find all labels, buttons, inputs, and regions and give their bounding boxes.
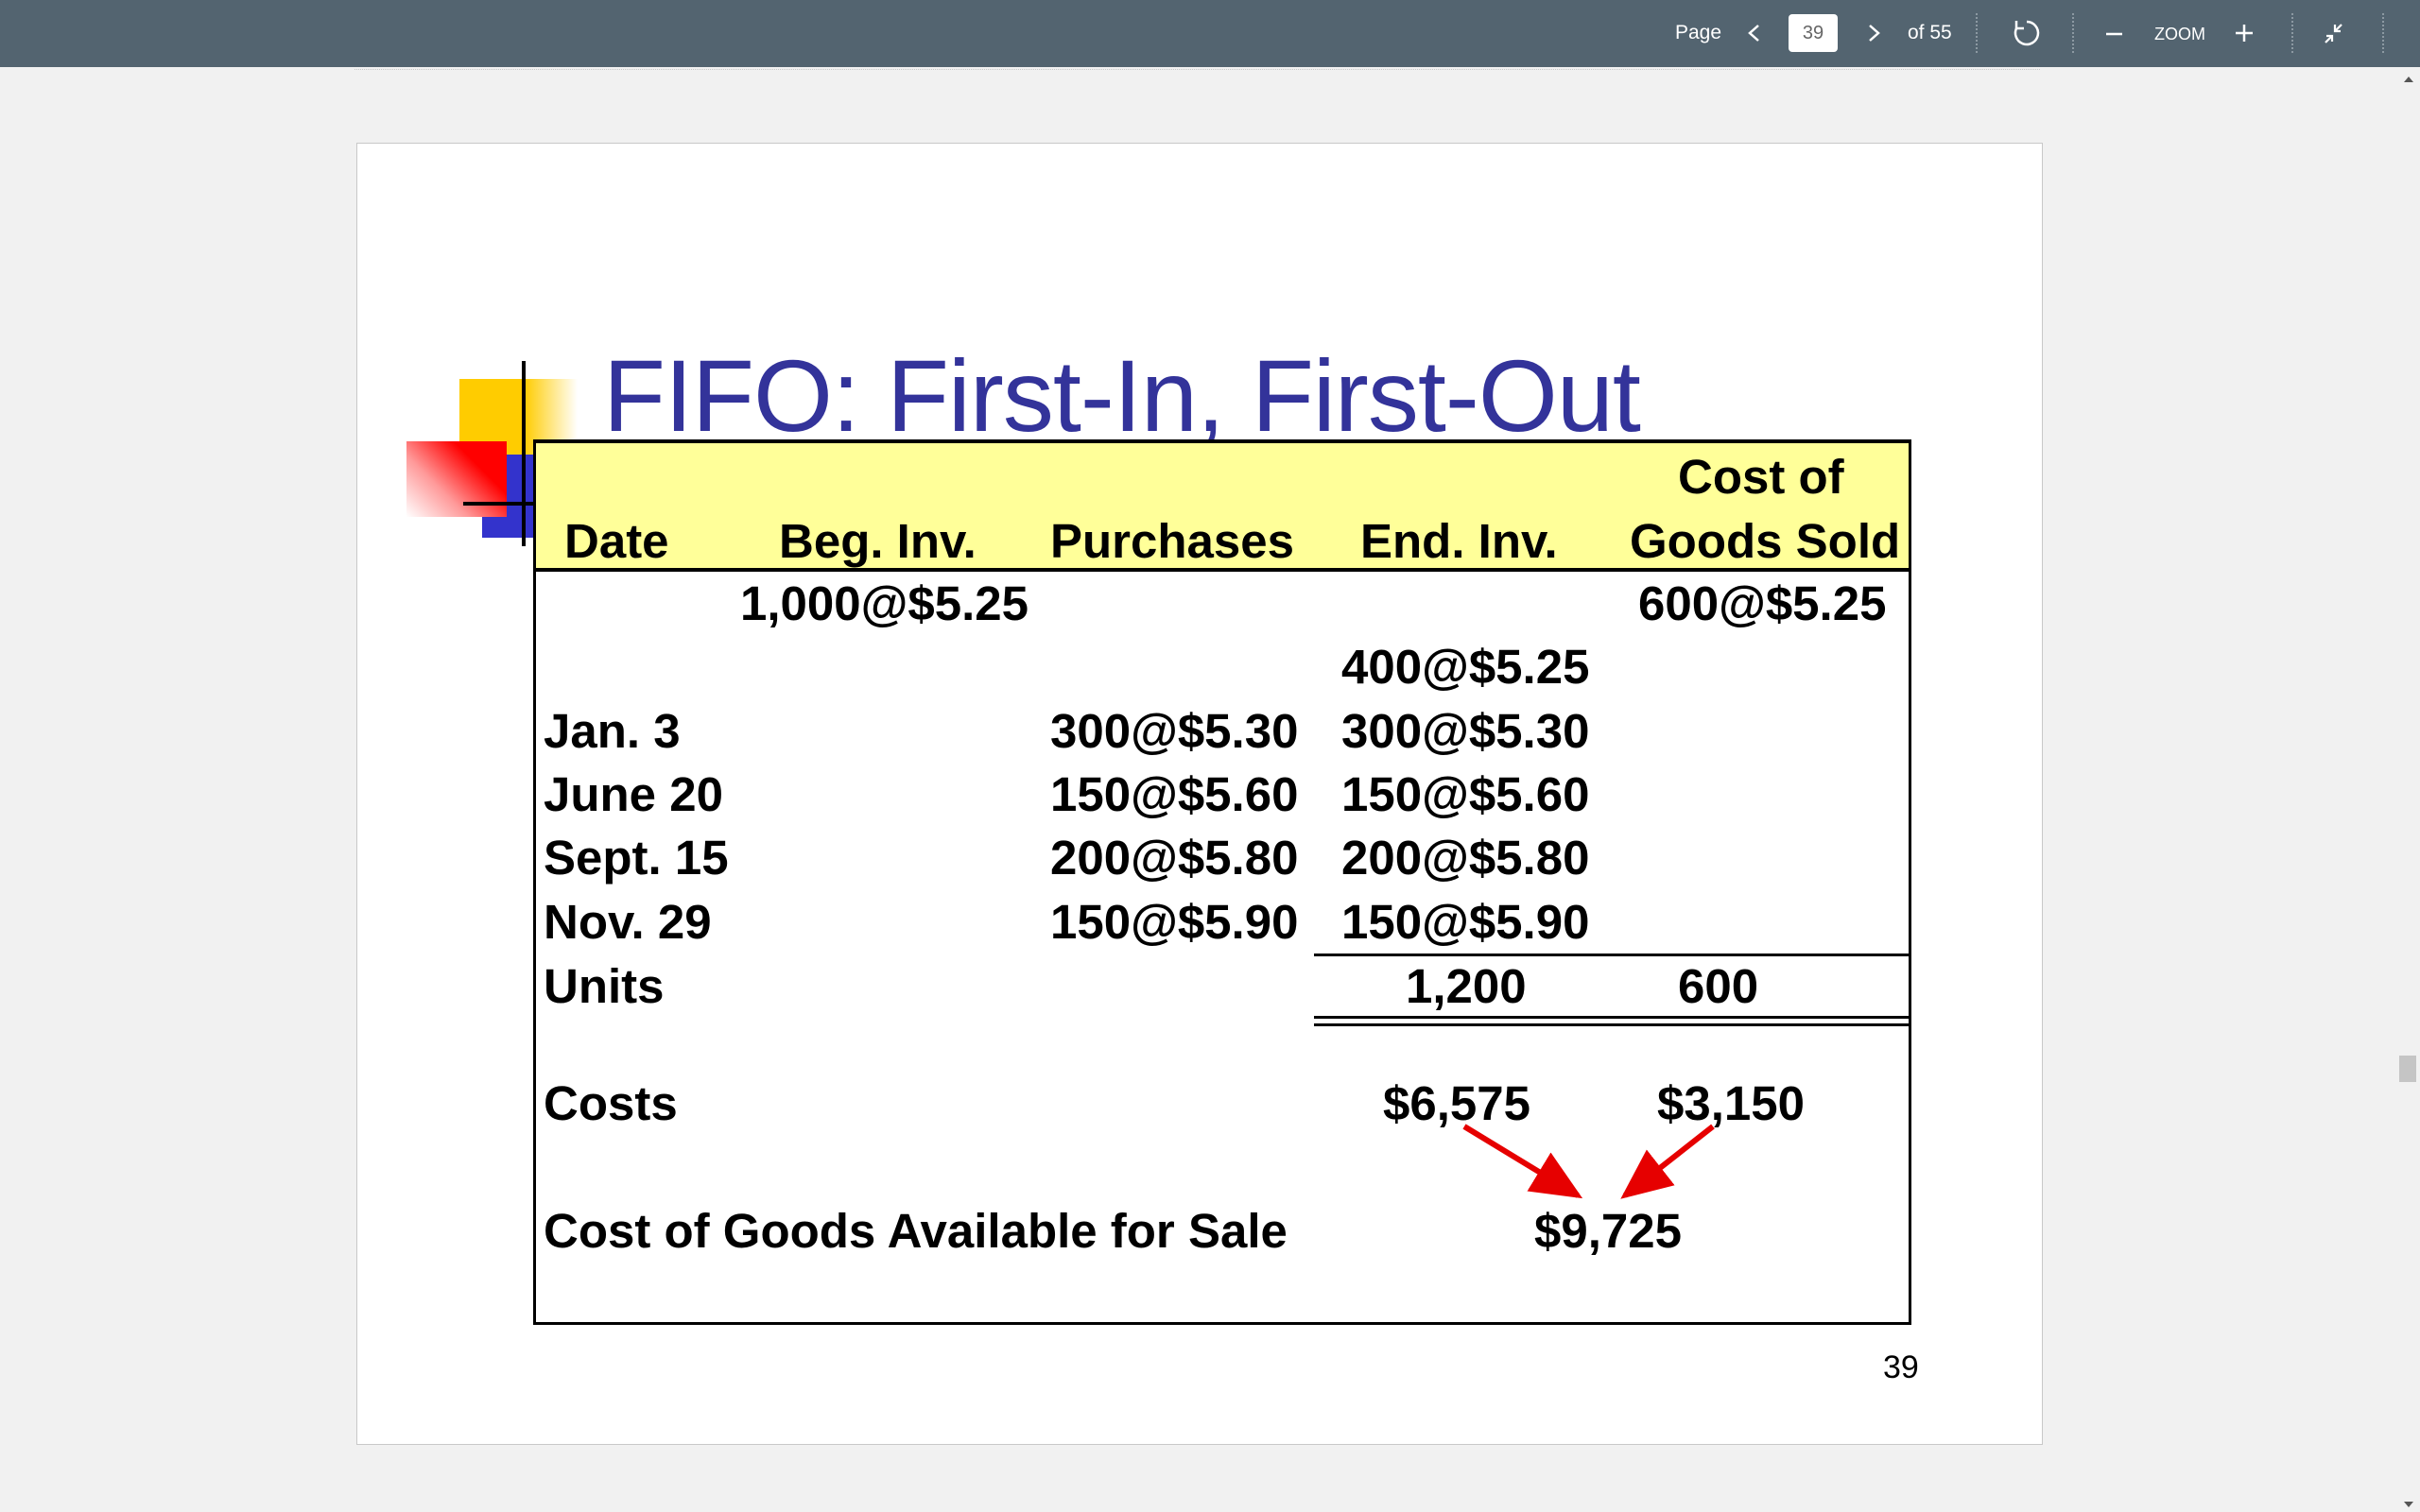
chevron-left-icon bbox=[1748, 25, 1759, 42]
previous-page-button[interactable] bbox=[1736, 13, 1773, 53]
next-page-button[interactable] bbox=[1855, 13, 1893, 53]
collapse-icon bbox=[2325, 24, 2342, 43]
plus-icon bbox=[2236, 25, 2253, 42]
scroll-down-arrow-icon[interactable] bbox=[2403, 1500, 2414, 1509]
rotate-icon bbox=[2014, 20, 2040, 46]
zoom-out-button[interactable] bbox=[2095, 13, 2133, 53]
toolbar-dotted-divider bbox=[354, 69, 2040, 70]
minus-icon bbox=[2106, 32, 2122, 36]
red-deco-square bbox=[406, 441, 507, 517]
slide-title: FIFO: First-In, First-Out bbox=[603, 338, 1641, 453]
page-total: of 55 bbox=[1908, 22, 1952, 43]
arrow-left bbox=[1462, 1124, 1583, 1199]
arrow-right bbox=[1620, 1124, 1715, 1199]
sum-arrows bbox=[1462, 1124, 1715, 1199]
toolbar-divider bbox=[2291, 13, 2293, 53]
exit-fullscreen-button[interactable] bbox=[2314, 13, 2352, 53]
toolbar-divider bbox=[1976, 13, 1978, 53]
scrollbar-thumb[interactable] bbox=[2399, 1056, 2416, 1082]
toolbar-divider bbox=[2382, 13, 2384, 53]
deco-horizontal-line bbox=[463, 502, 543, 506]
available-value: $9,725 bbox=[1534, 1204, 1682, 1258]
zoom-label: ZOOM bbox=[2154, 25, 2205, 43]
page-label: Page bbox=[1675, 22, 1722, 43]
scroll-up-arrow-icon[interactable] bbox=[2403, 75, 2414, 84]
deco-vertical-line bbox=[522, 361, 526, 546]
slide-page-number: 39 bbox=[1883, 1349, 1919, 1385]
pdf-page: FIFO: First-In, First-Out Date Beg. Inv.… bbox=[356, 143, 2043, 1445]
toolbar-divider bbox=[2072, 13, 2074, 53]
fifo-table: Date Beg. Inv. Purchases End. Inv. Cost … bbox=[533, 439, 1911, 1325]
pdf-toolbar: Page of 55 ZOOM bbox=[0, 0, 2420, 67]
zoom-in-button[interactable] bbox=[2225, 13, 2263, 53]
rotate-button[interactable] bbox=[2008, 13, 2046, 53]
chevron-right-icon bbox=[1869, 25, 1880, 42]
page-number-input[interactable] bbox=[1789, 14, 1838, 52]
available-label: Cost of Goods Available for Sale bbox=[544, 1204, 1288, 1258]
